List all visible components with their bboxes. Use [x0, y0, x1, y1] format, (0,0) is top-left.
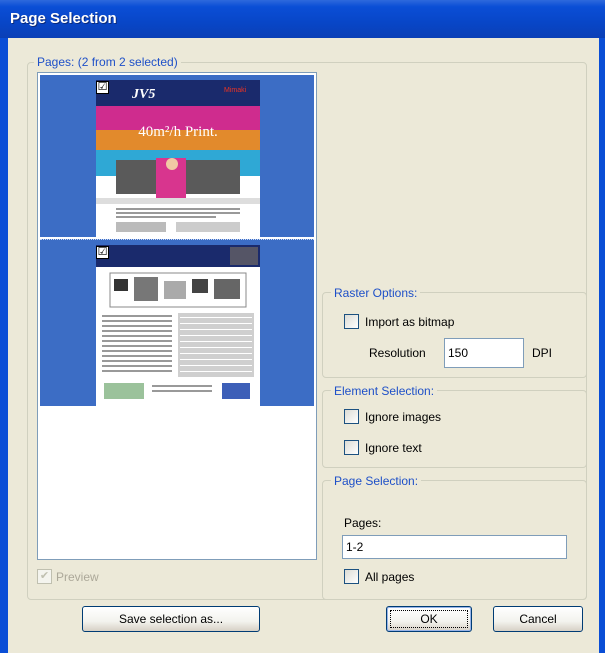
save-selection-button[interactable]: Save selection as...: [82, 606, 260, 632]
page-thumbnail-2[interactable]: ☑: [40, 239, 314, 407]
element-selection-legend: Element Selection:: [331, 384, 438, 398]
preview-checkbox[interactable]: ✔: [37, 569, 52, 584]
page-thumbnail-1[interactable]: JV5 Mimaki 40m²/h Print. ☑: [40, 75, 314, 238]
pages-range-input[interactable]: 1-2: [342, 535, 567, 559]
title-bar[interactable]: Page Selection: [0, 0, 605, 38]
page-selection-dialog: Page Selection Pages: (2 from 2 selected…: [0, 0, 605, 653]
preview-label: Preview: [56, 570, 99, 584]
raster-options-legend: Raster Options:: [331, 286, 421, 300]
cancel-button[interactable]: Cancel: [493, 606, 583, 632]
page-2-checkbox[interactable]: ☑: [96, 246, 109, 259]
dpi-label: DPI: [532, 346, 553, 360]
page-selection-legend: Page Selection:: [331, 474, 422, 488]
resolution-label: Resolution: [369, 346, 426, 360]
ok-button[interactable]: OK: [386, 606, 472, 632]
import-bitmap-checkbox[interactable]: [344, 314, 359, 329]
ok-focus-ring: [390, 610, 468, 628]
window-title: Page Selection: [10, 10, 117, 27]
window-right-border: [599, 38, 605, 653]
page-thumbnail-list[interactable]: JV5 Mimaki 40m²/h Print. ☑ ☑: [37, 72, 317, 560]
page-1-checkbox[interactable]: ☑: [96, 81, 109, 94]
resolution-input[interactable]: 150: [444, 338, 524, 368]
page-1-preview-image: JV5 Mimaki 40m²/h Print.: [96, 80, 260, 238]
ignore-images-checkbox[interactable]: [344, 409, 359, 424]
page-2-preview-image: [96, 245, 260, 407]
window-left-border: [0, 38, 8, 653]
ignore-text-label: Ignore text: [365, 441, 422, 455]
ignore-images-label: Ignore images: [365, 410, 442, 424]
page-1-headline: 40m²/h Print.: [138, 124, 218, 140]
svg-text:JV5: JV5: [131, 87, 155, 102]
all-pages-checkbox[interactable]: [344, 569, 359, 584]
element-selection-group: [322, 390, 587, 468]
pages-group-legend: Pages: (2 from 2 selected): [34, 55, 181, 69]
all-pages-label: All pages: [365, 570, 415, 584]
import-bitmap-label: Import as bitmap: [365, 315, 455, 329]
pages-label: Pages:: [344, 516, 382, 530]
svg-text:Mimaki: Mimaki: [224, 87, 247, 94]
ignore-text-checkbox[interactable]: [344, 440, 359, 455]
